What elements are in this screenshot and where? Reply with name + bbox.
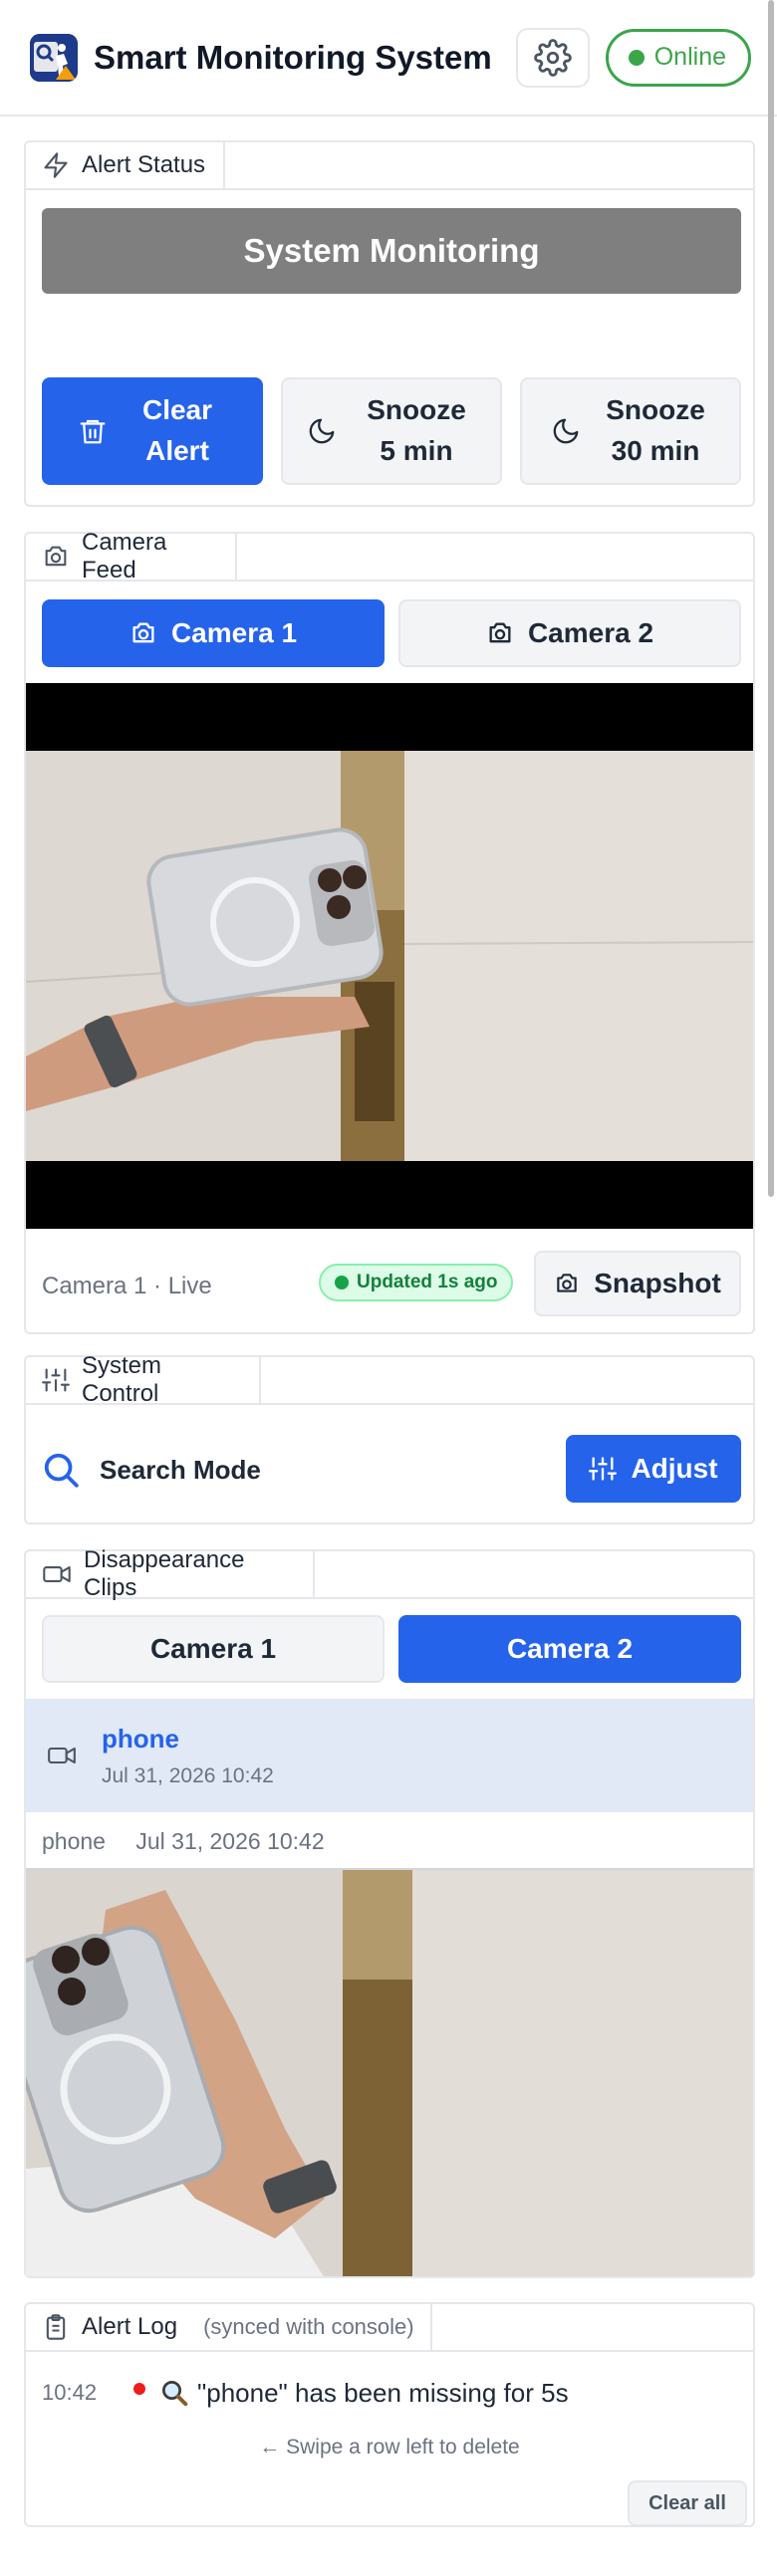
camera-1-label: Camera 1	[170, 616, 298, 648]
search-icon	[42, 1451, 80, 1489]
clip-name: phone	[102, 1723, 179, 1754]
sliders-icon	[42, 1366, 70, 1394]
system-control-card: System Control Search Mode Adjust	[24, 1352, 755, 1524]
trash-icon	[78, 416, 108, 446]
clipboard-icon	[42, 2313, 70, 2341]
updated-label: Updated 1s ago	[357, 1272, 498, 1292]
camera-icon	[42, 543, 70, 571]
swipe-hint: ← Swipe a row left to delete	[259, 2436, 520, 2459]
system-control-tab: System Control	[24, 1352, 261, 1407]
clear-all-button[interactable]: Clear all	[628, 2480, 747, 2526]
snapshot-button[interactable]: Snapshot	[534, 1251, 741, 1316]
clip-player-date: Jul 31, 2026 10:42	[135, 1828, 325, 1854]
clip-frame-image	[26, 1870, 753, 2276]
camera-feed-tab-label: Camera Feed	[82, 529, 167, 584]
status-dot-icon	[335, 1276, 349, 1289]
app-header: Smart Monitoring System Online	[0, 0, 777, 117]
camera-icon	[486, 619, 514, 647]
alert-log-tab: Alert Log (synced with console)	[24, 2302, 432, 2352]
alert-log-sub-label: (synced with console)	[203, 2314, 414, 2339]
video-icon	[42, 1560, 72, 1588]
search-mode-label: Search Mode	[100, 1455, 261, 1485]
snooze-30-button[interactable]: Snooze 30 min	[520, 377, 741, 485]
camera-icon	[130, 619, 157, 647]
updated-badge: Updated 1s ago	[319, 1264, 514, 1301]
camera-feed-card: Camera Feed Camera 1 Camera 2 Camera 1 ·…	[24, 529, 755, 1334]
system-status-bar: System Monitoring	[42, 208, 741, 294]
camera-2-tab[interactable]: Camera 2	[398, 599, 741, 667]
app-logo	[30, 33, 78, 82]
snooze-5-button[interactable]: Snooze 5 min	[281, 377, 502, 485]
alert-dot-icon	[133, 2383, 145, 2395]
log-time: 10:42	[42, 2380, 98, 2405]
adjust-button[interactable]: Adjust	[566, 1435, 741, 1503]
clear-alert-label: Clear Alert	[141, 394, 213, 466]
lightning-icon	[42, 151, 70, 179]
alert-log-card: Alert Log (synced with console) 10:42 "p…	[24, 2302, 755, 2527]
snapshot-label: Snapshot	[594, 1267, 721, 1298]
moon-icon	[307, 416, 337, 446]
camera-live-label: Camera 1 · Live	[42, 1273, 212, 1299]
camera-2-label: Camera 2	[527, 616, 654, 648]
disappearance-clips-card: Disappearance Clips Camera 1 Camera 2 ph…	[24, 1546, 755, 2278]
app-title: Smart Monitoring System	[94, 38, 492, 76]
snooze-30-label: Snooze 30 min	[606, 394, 705, 466]
alert-status-tab-label: Alert Status	[82, 151, 206, 178]
clip-player-name: phone	[42, 1828, 106, 1854]
alert-log-tab-label: Alert Log	[82, 2313, 178, 2340]
clip-player-caption: phone Jul 31, 2026 10:42	[42, 1828, 325, 1855]
camera-frame-image	[26, 683, 753, 1229]
alert-status-tab: Alert Status	[24, 140, 225, 190]
disappearance-clips-tab: Disappearance Clips	[24, 1546, 315, 1601]
settings-button[interactable]	[515, 27, 590, 88]
clear-all-label: Clear all	[648, 2491, 726, 2514]
online-status-label: Online	[653, 43, 726, 71]
live-camera-view[interactable]	[26, 683, 753, 1229]
video-icon	[46, 1742, 78, 1769]
log-message: "phone" has been missing for 5s	[197, 2377, 569, 2408]
clip-list-item[interactable]: phone Jul 31, 2026 10:42	[26, 1699, 753, 1812]
camera-icon	[554, 1271, 580, 1296]
disappearance-clips-tab-label: Disappearance Clips	[84, 1546, 245, 1601]
clip-date: Jul 31, 2026 10:42	[102, 1763, 274, 1787]
clear-alert-button[interactable]: Clear Alert	[42, 377, 263, 485]
camera-1-tab[interactable]: Camera 1	[42, 599, 385, 667]
page-scrollbar[interactable]	[768, 0, 774, 1197]
sliders-icon	[589, 1455, 618, 1483]
moon-icon	[551, 416, 581, 446]
gear-icon	[533, 38, 572, 77]
clips-camera-2-tab[interactable]: Camera 2	[398, 1615, 741, 1683]
status-dot-icon	[628, 49, 645, 66]
magnifier-emoji-icon	[159, 2378, 189, 2408]
alert-log-row[interactable]: 10:42 "phone" has been missing for 5s	[42, 2370, 739, 2416]
adjust-label: Adjust	[631, 1452, 718, 1484]
alert-status-card: Alert Status System Monitoring Clear Ale…	[24, 140, 755, 507]
online-status-badge: Online	[605, 28, 751, 87]
clips-camera-1-tab[interactable]: Camera 1	[42, 1615, 385, 1683]
clips-camera-1-label: Camera 1	[149, 1632, 277, 1664]
snooze-5-label: Snooze 5 min	[367, 394, 466, 466]
clips-camera-2-label: Camera 2	[506, 1632, 634, 1664]
camera-feed-tab: Camera Feed	[24, 529, 237, 584]
system-control-tab-label: System Control	[82, 1352, 162, 1407]
clip-video-player[interactable]	[26, 1868, 753, 2276]
